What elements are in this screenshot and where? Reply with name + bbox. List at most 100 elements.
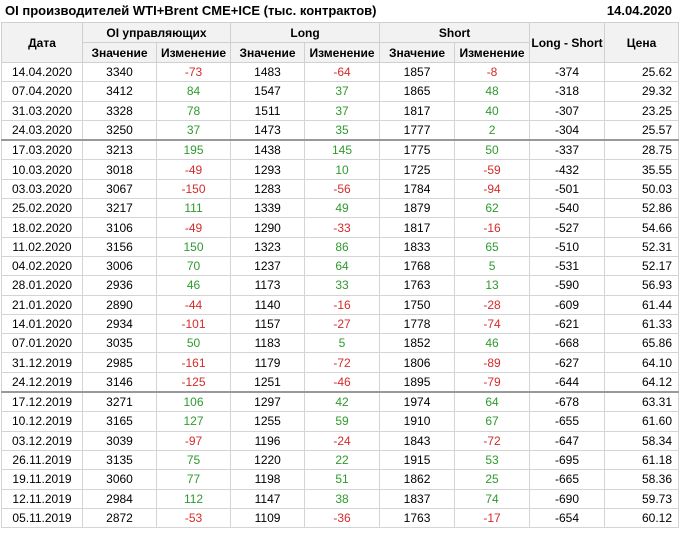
cell-date: 14.04.2020 [1, 61, 83, 83]
cell-long-value: 1237 [230, 255, 306, 277]
cell-price: 52.31 [604, 236, 680, 257]
cell-price: 35.55 [604, 159, 680, 180]
cell-price: 60.12 [604, 507, 680, 529]
cell-short-value: 1857 [379, 61, 456, 83]
cell-price: 59.73 [604, 488, 680, 509]
cell-long-value: 1511 [230, 100, 306, 121]
cell-oi-value: 3035 [82, 333, 157, 354]
cell-long-value: 1483 [230, 61, 306, 83]
cell-long-change: 64 [304, 255, 381, 277]
cell-short-value: 1974 [379, 391, 456, 413]
cell-short-value: 1763 [379, 507, 456, 529]
table-row: 14.01.2020 2934 -101 1157 -27 1778 -74 -621 61.3… [1, 313, 680, 335]
cell-oi-change: 50 [155, 333, 232, 354]
cell-oi-value: 3006 [82, 255, 157, 277]
cell-date: 24.12.2019 [1, 371, 83, 393]
cell-oi-change: -73 [155, 61, 232, 83]
cell-long-short: -318 [529, 81, 606, 102]
cell-long-change: 33 [304, 275, 381, 296]
cell-long-short: -644 [529, 371, 606, 393]
cell-date: 24.03.2020 [1, 119, 83, 141]
cell-price: 65.86 [604, 333, 680, 354]
cell-short-value: 1852 [379, 333, 456, 354]
cell-long-short: -501 [529, 178, 606, 200]
cell-short-value: 1763 [379, 275, 456, 296]
cell-oi-change: -161 [155, 352, 232, 373]
cell-long-change: 22 [304, 449, 381, 471]
cell-price: 28.75 [604, 139, 680, 161]
cell-short-value: 1865 [379, 81, 456, 102]
cell-short-value: 1817 [379, 100, 456, 121]
cell-short-change: -8 [454, 61, 531, 83]
cell-oi-change: 150 [155, 236, 232, 257]
cell-long-change: -16 [304, 294, 381, 315]
cell-long-short: -627 [529, 352, 606, 373]
cell-long-short: -432 [529, 159, 606, 180]
cell-long-short: -668 [529, 333, 606, 354]
cell-short-value: 1910 [379, 411, 456, 432]
cell-short-value: 1750 [379, 294, 456, 315]
cell-oi-change: -101 [155, 313, 232, 335]
cell-long-change: -72 [304, 352, 381, 373]
cell-long-value: 1293 [230, 159, 306, 180]
cell-oi-change: 78 [155, 100, 232, 121]
cell-oi-value: 3067 [82, 178, 157, 200]
cell-short-change: 5 [454, 255, 531, 277]
cell-oi-change: -44 [155, 294, 232, 315]
cell-oi-change: -97 [155, 430, 232, 451]
cell-long-change: 37 [304, 81, 381, 102]
cell-long-value: 1290 [230, 217, 306, 238]
col-short-header: Short [379, 22, 531, 43]
cell-oi-change: -53 [155, 507, 232, 529]
cell-long-value: 1255 [230, 411, 306, 432]
cell-long-short: -690 [529, 488, 606, 509]
cell-short-value: 1806 [379, 352, 456, 373]
cell-long-change: 5 [304, 333, 381, 354]
cell-long-value: 1183 [230, 333, 306, 354]
cell-short-change: 64 [454, 391, 531, 413]
col-oi-change-header: Изменение [155, 42, 232, 63]
cell-price: 25.57 [604, 119, 680, 141]
cell-price: 58.34 [604, 430, 680, 451]
cell-oi-value: 3146 [82, 371, 157, 393]
oi-table: Дата OI управляющих Long Short Long - Sh… [1, 22, 680, 529]
cell-oi-value: 3165 [82, 411, 157, 432]
table-row: 14.04.2020 3340 -73 1483 -64 1857 -8 -374 25.62 [1, 61, 680, 83]
cell-long-short: -647 [529, 430, 606, 451]
cell-oi-value: 3328 [82, 100, 157, 121]
cell-short-value: 1895 [379, 371, 456, 393]
cell-short-value: 1843 [379, 430, 456, 451]
table-row: 03.03.2020 3067 -150 1283 -56 1784 -94 -501 50.0… [1, 178, 680, 200]
cell-long-value: 1323 [230, 236, 306, 257]
cell-long-value: 1438 [230, 139, 306, 161]
col-short-change-header: Изменение [454, 42, 531, 63]
cell-oi-change: 46 [155, 275, 232, 296]
cell-short-value: 1833 [379, 236, 456, 257]
table-row: 25.02.2020 3217 111 1339 49 1879 62 -540 52.86 [1, 198, 680, 219]
table-row: 05.11.2019 2872 -53 1109 -36 1763 -17 -654 60.12 [1, 507, 680, 529]
col-long-short-header: Long - Short [529, 22, 606, 63]
cell-long-short: -510 [529, 236, 606, 257]
cell-short-value: 1915 [379, 449, 456, 471]
cell-short-change: 48 [454, 81, 531, 102]
cell-price: 61.33 [604, 313, 680, 335]
cell-price: 29.32 [604, 81, 680, 102]
cell-short-value: 1777 [379, 119, 456, 141]
cell-price: 61.60 [604, 411, 680, 432]
table-row: 19.11.2019 3060 77 1198 51 1862 25 -665 58.36 [1, 469, 680, 490]
cell-short-change: -59 [454, 159, 531, 180]
cell-oi-change: 195 [155, 139, 232, 161]
cell-long-value: 1140 [230, 294, 306, 315]
cell-date: 10.12.2019 [1, 411, 83, 432]
cell-short-change: -17 [454, 507, 531, 529]
table-body: 14.04.2020 3340 -73 1483 -64 1857 -8 -374 25.62 0… [1, 61, 680, 529]
cell-long-change: 51 [304, 469, 381, 490]
cell-price: 54.66 [604, 217, 680, 238]
cell-short-value: 1768 [379, 255, 456, 277]
col-date-header: Дата [1, 22, 83, 63]
cell-long-change: -27 [304, 313, 381, 335]
cell-short-change: 62 [454, 198, 531, 219]
cell-short-change: -74 [454, 313, 531, 335]
cell-date: 07.04.2020 [1, 81, 83, 102]
cell-long-value: 1473 [230, 119, 306, 141]
